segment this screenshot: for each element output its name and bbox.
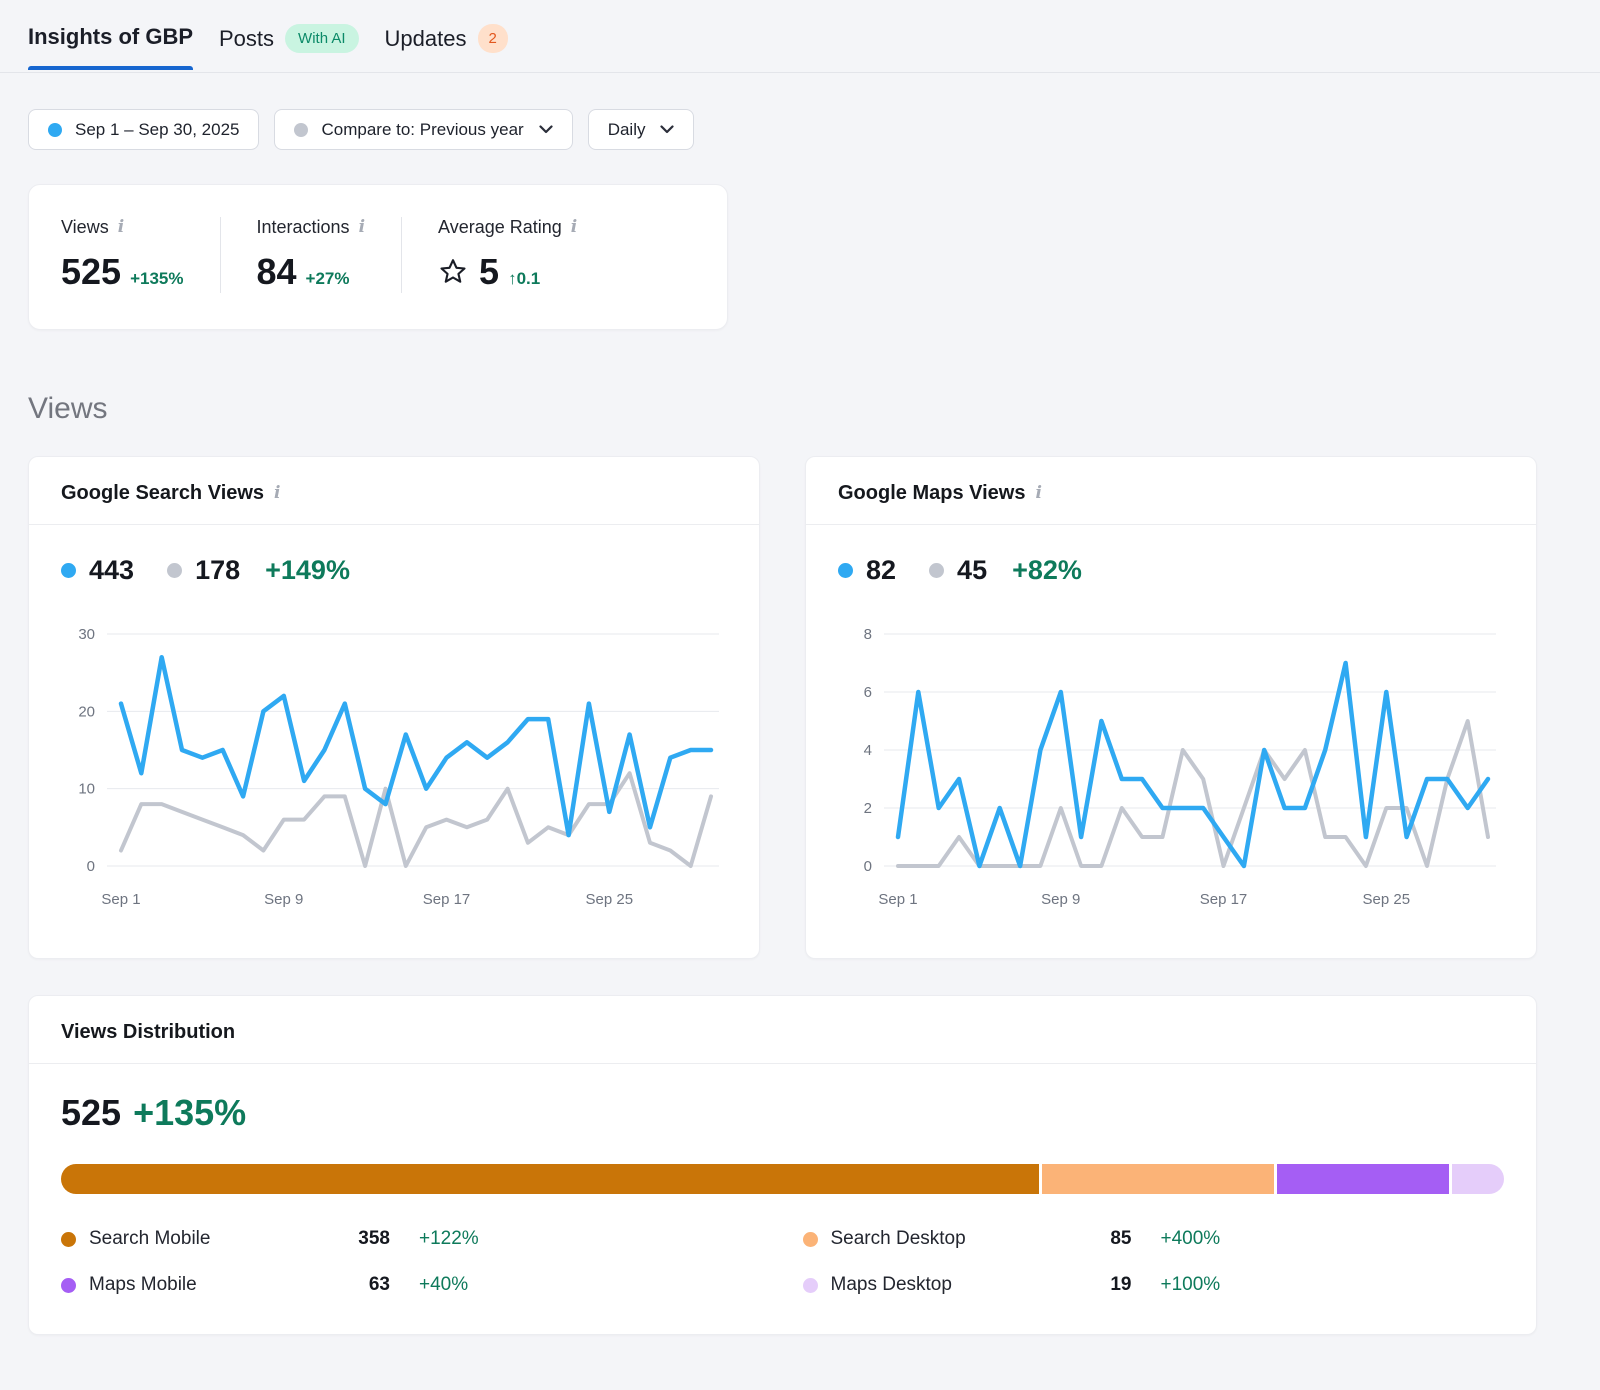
x-axis-tick-label: Sep 25 [1363, 891, 1411, 908]
previous-series-dot [167, 563, 182, 578]
tab-updates[interactable]: Updates 2 [385, 24, 508, 72]
current-period-dot [48, 123, 62, 137]
maps-change-pct: +82% [1012, 555, 1082, 586]
legend-item-search-mobile: Search Mobile 358 +122% [61, 1228, 763, 1250]
stat-views: Views i 525 +135% [61, 217, 220, 293]
distribution-total-value: 525 [61, 1092, 121, 1134]
chevron-down-icon [539, 125, 553, 134]
star-icon [438, 254, 468, 296]
y-axis-tick-label: 2 [864, 800, 872, 817]
y-axis-tick-label: 4 [864, 742, 872, 759]
views-distribution-title: Views Distribution [61, 1021, 235, 1044]
date-range-picker[interactable]: Sep 1 – Sep 30, 2025 [28, 109, 259, 150]
stat-interactions: Interactions i 84 +27% [220, 217, 402, 293]
y-axis-tick-label: 0 [87, 858, 95, 875]
tab-label: Posts [219, 26, 274, 52]
google-maps-views-card: Google Maps Views i 82 45 +82% 0 2 4 6 8 Sep … [805, 456, 1537, 959]
legend-item-maps-mobile: Maps Mobile 63 +40% [61, 1274, 763, 1296]
google-search-views-card: Google Search Views i 443 178 +149% 0 10 2… [28, 456, 760, 959]
x-axis-tick-label: Sep 1 [101, 891, 140, 908]
info-icon[interactable]: i [571, 219, 577, 236]
y-axis-tick-label: 0 [864, 858, 872, 875]
with-ai-badge: With AI [285, 24, 359, 53]
tab-insights-of-gbp[interactable]: Insights of GBP [28, 24, 193, 69]
chevron-down-icon [660, 125, 674, 134]
x-axis-tick-label: Sep 25 [586, 891, 634, 908]
stat-rating-delta: ↑0.1 [508, 269, 540, 289]
top-tabs-bar: Insights of GBP Posts With AI Updates 2 [0, 0, 1600, 73]
current-series-dot [838, 563, 853, 578]
views-section-title: Views [28, 392, 1572, 426]
search-mobile-dot [61, 1232, 76, 1247]
stat-views-value: 525 [61, 251, 121, 293]
distribution-total: 525 +135% [61, 1092, 1504, 1134]
search-previous-total: 178 [195, 555, 240, 586]
summary-stats-card: Views i 525 +135% Interactions i 84 +27%… [28, 184, 728, 330]
compare-to-dropdown[interactable]: Compare to: Previous year [274, 109, 572, 150]
x-axis-tick-label: Sep 17 [1200, 891, 1248, 908]
legend-item-search-desktop: Search Desktop 85 +400% [803, 1228, 1505, 1250]
y-axis-tick-label: 6 [864, 684, 872, 701]
info-icon[interactable]: i [118, 219, 124, 236]
maps-desktop-dot [803, 1278, 818, 1293]
tab-posts[interactable]: Posts With AI [219, 24, 359, 72]
search-views-legend: 443 178 +149% [61, 555, 735, 586]
distribution-change-pct: +135% [133, 1092, 246, 1134]
maps-previous-total: 45 [957, 555, 987, 586]
stat-average-rating: Average Rating i 5 ↑0.1 [401, 217, 613, 293]
maps-views-legend: 82 45 +82% [838, 555, 1512, 586]
stat-interactions-delta: +27% [306, 269, 350, 289]
info-icon[interactable]: i [1035, 485, 1041, 502]
stat-views-label: Views [61, 217, 109, 238]
views-distribution-card: Views Distribution 525 +135% Search Mobi… [28, 995, 1537, 1335]
search-current-total: 443 [89, 555, 134, 586]
search-change-pct: +149% [265, 555, 350, 586]
maps-current-total: 82 [866, 555, 896, 586]
distribution-segment-maps-desktop [1452, 1164, 1504, 1194]
distribution-segment-maps-mobile [1277, 1164, 1449, 1194]
distribution-segment-search-desktop [1042, 1164, 1274, 1194]
current-series-dot [61, 563, 76, 578]
stat-rating-label: Average Rating [438, 217, 562, 238]
google-search-views-chart: 0 10 20 30 Sep 1 Sep 9 Sep 17 Sep 25 [61, 604, 729, 940]
x-axis-tick-label: Sep 9 [264, 891, 303, 908]
tab-label: Insights of GBP [28, 24, 193, 50]
distribution-segment-search-mobile [61, 1164, 1039, 1194]
y-axis-tick-label: 8 [864, 626, 872, 643]
x-axis-tick-label: Sep 17 [423, 891, 471, 908]
previous-series-dot [929, 563, 944, 578]
info-icon[interactable]: i [274, 485, 280, 502]
search-desktop-dot [803, 1232, 818, 1247]
filters-row: Sep 1 – Sep 30, 2025 Compare to: Previou… [28, 109, 1572, 150]
y-axis-tick-label: 10 [78, 781, 95, 798]
distribution-bar [61, 1164, 1504, 1194]
x-axis-tick-label: Sep 1 [878, 891, 917, 908]
current-series-line [121, 657, 711, 835]
compare-label: Compare to: Previous year [321, 120, 523, 140]
stat-views-delta: +135% [130, 269, 183, 289]
stat-interactions-label: Interactions [257, 217, 350, 238]
x-axis-tick-label: Sep 9 [1041, 891, 1080, 908]
y-axis-tick-label: 20 [78, 703, 95, 720]
date-range-label: Sep 1 – Sep 30, 2025 [75, 120, 239, 140]
stat-rating-value: 5 [479, 251, 499, 293]
tab-label: Updates [385, 26, 467, 52]
google-search-views-title: Google Search Views [61, 482, 264, 505]
y-axis-tick-label: 30 [78, 626, 95, 643]
updates-count-badge: 2 [478, 24, 508, 53]
google-maps-views-chart: 0 2 4 6 8 Sep 1 Sep 9 Sep 17 Sep 25 [838, 604, 1506, 940]
maps-mobile-dot [61, 1278, 76, 1293]
previous-period-dot [294, 123, 308, 137]
granularity-label: Daily [608, 120, 646, 140]
google-maps-views-title: Google Maps Views [838, 482, 1025, 505]
info-icon[interactable]: i [359, 219, 365, 236]
distribution-legend: Search Mobile 358 +122% Search Desktop 8… [61, 1228, 1504, 1296]
stat-interactions-value: 84 [257, 251, 297, 293]
legend-item-maps-desktop: Maps Desktop 19 +100% [803, 1274, 1505, 1296]
granularity-dropdown[interactable]: Daily [588, 109, 695, 150]
previous_year-series-line [121, 773, 711, 866]
